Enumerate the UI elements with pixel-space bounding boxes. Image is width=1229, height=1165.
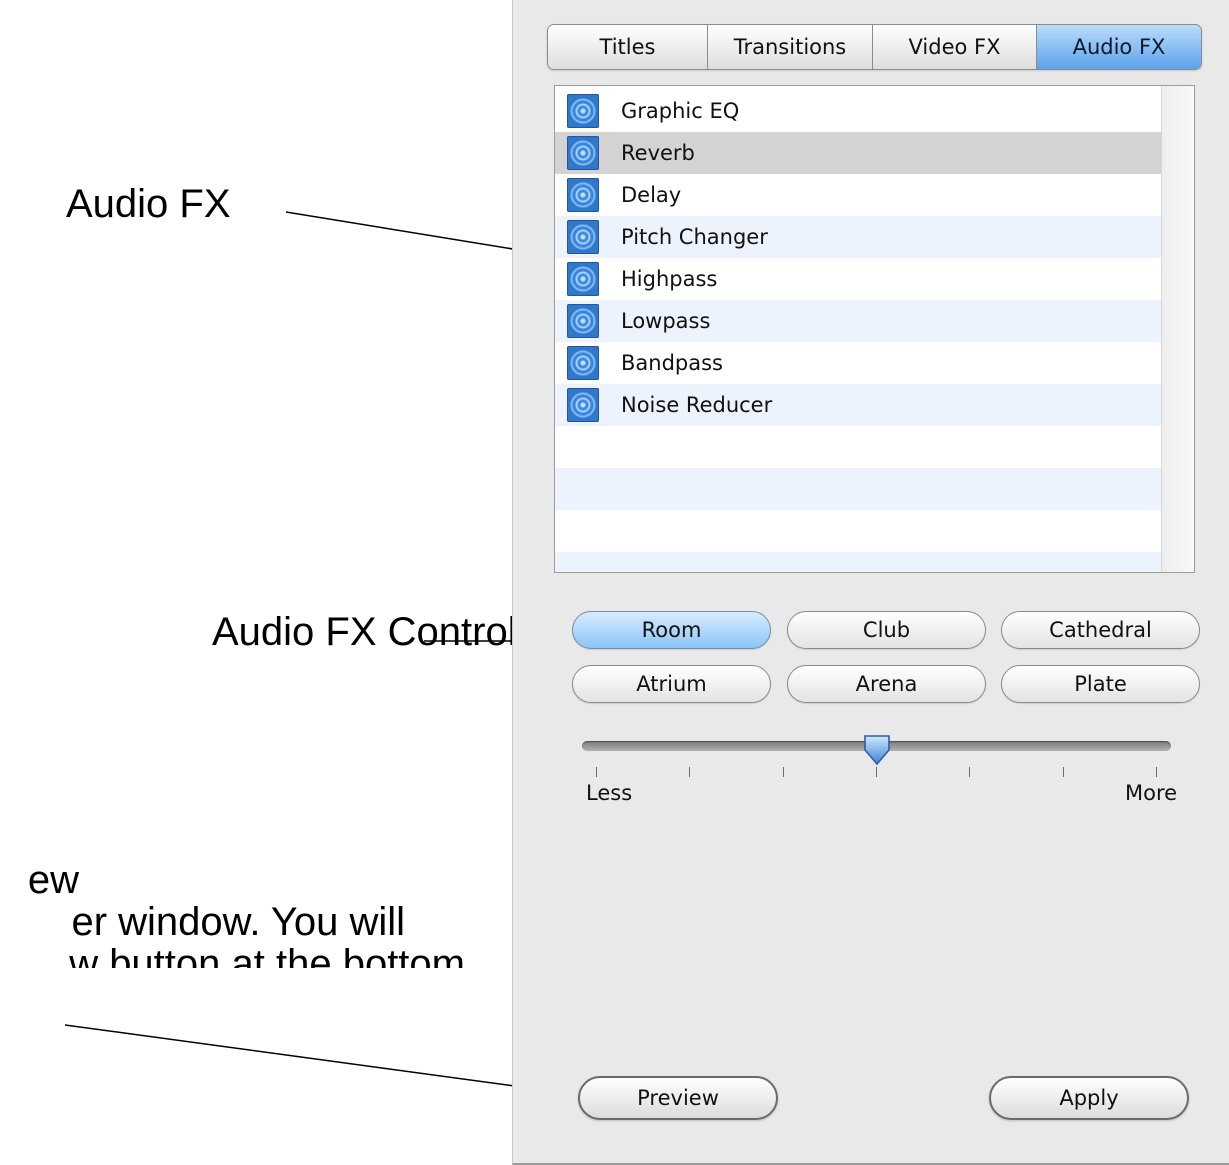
preset-plate-button[interactable]: Plate [1001,665,1200,703]
list-item-label: Lowpass [621,309,711,333]
effects-tab-bar: Titles Transitions Video FX Audio FX [547,24,1202,70]
list-item-label: Reverb [621,141,695,165]
list-item-highpass[interactable]: Highpass [555,258,1162,300]
list-empty-row [555,468,1162,510]
slider-tick [969,767,971,777]
slider-tick [1156,767,1157,777]
list-item-pitch-changer[interactable]: Pitch Changer [555,216,1162,258]
slider-max-label: More [1125,781,1178,805]
list-item-label: Bandpass [621,351,723,375]
list-empty-row [555,552,1162,572]
annotation-preview-note-line: w button at the bottom [69,942,465,968]
slider-min-label: Less [586,781,633,805]
audio-fx-icon [567,178,599,212]
list-item-label: Highpass [621,267,718,291]
audio-fx-icon [567,94,599,128]
list-item-graphic-eq[interactable]: Graphic EQ [555,90,1162,132]
preset-atrium-button[interactable]: Atrium [572,665,771,703]
amount-slider-thumb[interactable] [862,734,892,766]
preset-cathedral-button[interactable]: Cathedral [1001,611,1200,649]
slider-tick [689,767,691,777]
preset-club-button[interactable]: Club [787,611,986,649]
annotation-preview-note: ew er window. You will w button at the b… [0,858,512,968]
list-item-lowpass[interactable]: Lowpass [555,300,1162,342]
annotation-audio-fx-controls: Audio FX Controls [212,610,537,654]
audio-fx-icon [567,346,599,380]
list-item-delay[interactable]: Delay [555,174,1162,216]
annotation-preview-note-line: er window. You will [71,900,405,944]
audio-fx-list: Graphic EQ Reverb Delay Pitch Changer Hi… [554,85,1195,573]
slider-tick [596,767,597,777]
audio-fx-icon [567,220,599,254]
preset-room-button[interactable]: Room [572,611,771,649]
preview-button[interactable]: Preview [578,1076,778,1120]
audio-fx-icon [567,262,599,296]
slider-tick [782,767,784,777]
list-item-label: Graphic EQ [621,99,740,123]
list-item-label: Pitch Changer [621,225,768,249]
audio-fx-icon [567,136,599,170]
tab-audio-fx[interactable]: Audio FX [1037,25,1201,69]
effects-panel: Titles Transitions Video FX Audio FX Gra… [512,0,1229,1165]
audio-fx-icon [567,304,599,338]
list-item-label: Noise Reducer [621,393,773,417]
list-item-noise-reducer[interactable]: Noise Reducer [555,384,1162,426]
tab-titles[interactable]: Titles [548,25,708,69]
audio-fx-icon [567,388,599,422]
list-item-label: Delay [621,183,682,207]
list-item-reverb[interactable]: Reverb [555,132,1162,174]
preset-arena-button[interactable]: Arena [787,665,986,703]
annotation-audio-fx: Audio FX [66,182,231,226]
tab-transitions[interactable]: Transitions [708,25,873,69]
arrow-preview [64,1024,567,1097]
slider-tick [1062,767,1064,777]
slider-tick [876,767,877,777]
tab-video-fx[interactable]: Video FX [873,25,1037,69]
list-item-bandpass[interactable]: Bandpass [555,342,1162,384]
list-scrollbar[interactable] [1161,86,1194,572]
annotation-preview-note-line: ew [27,858,79,902]
apply-button[interactable]: Apply [989,1076,1189,1120]
